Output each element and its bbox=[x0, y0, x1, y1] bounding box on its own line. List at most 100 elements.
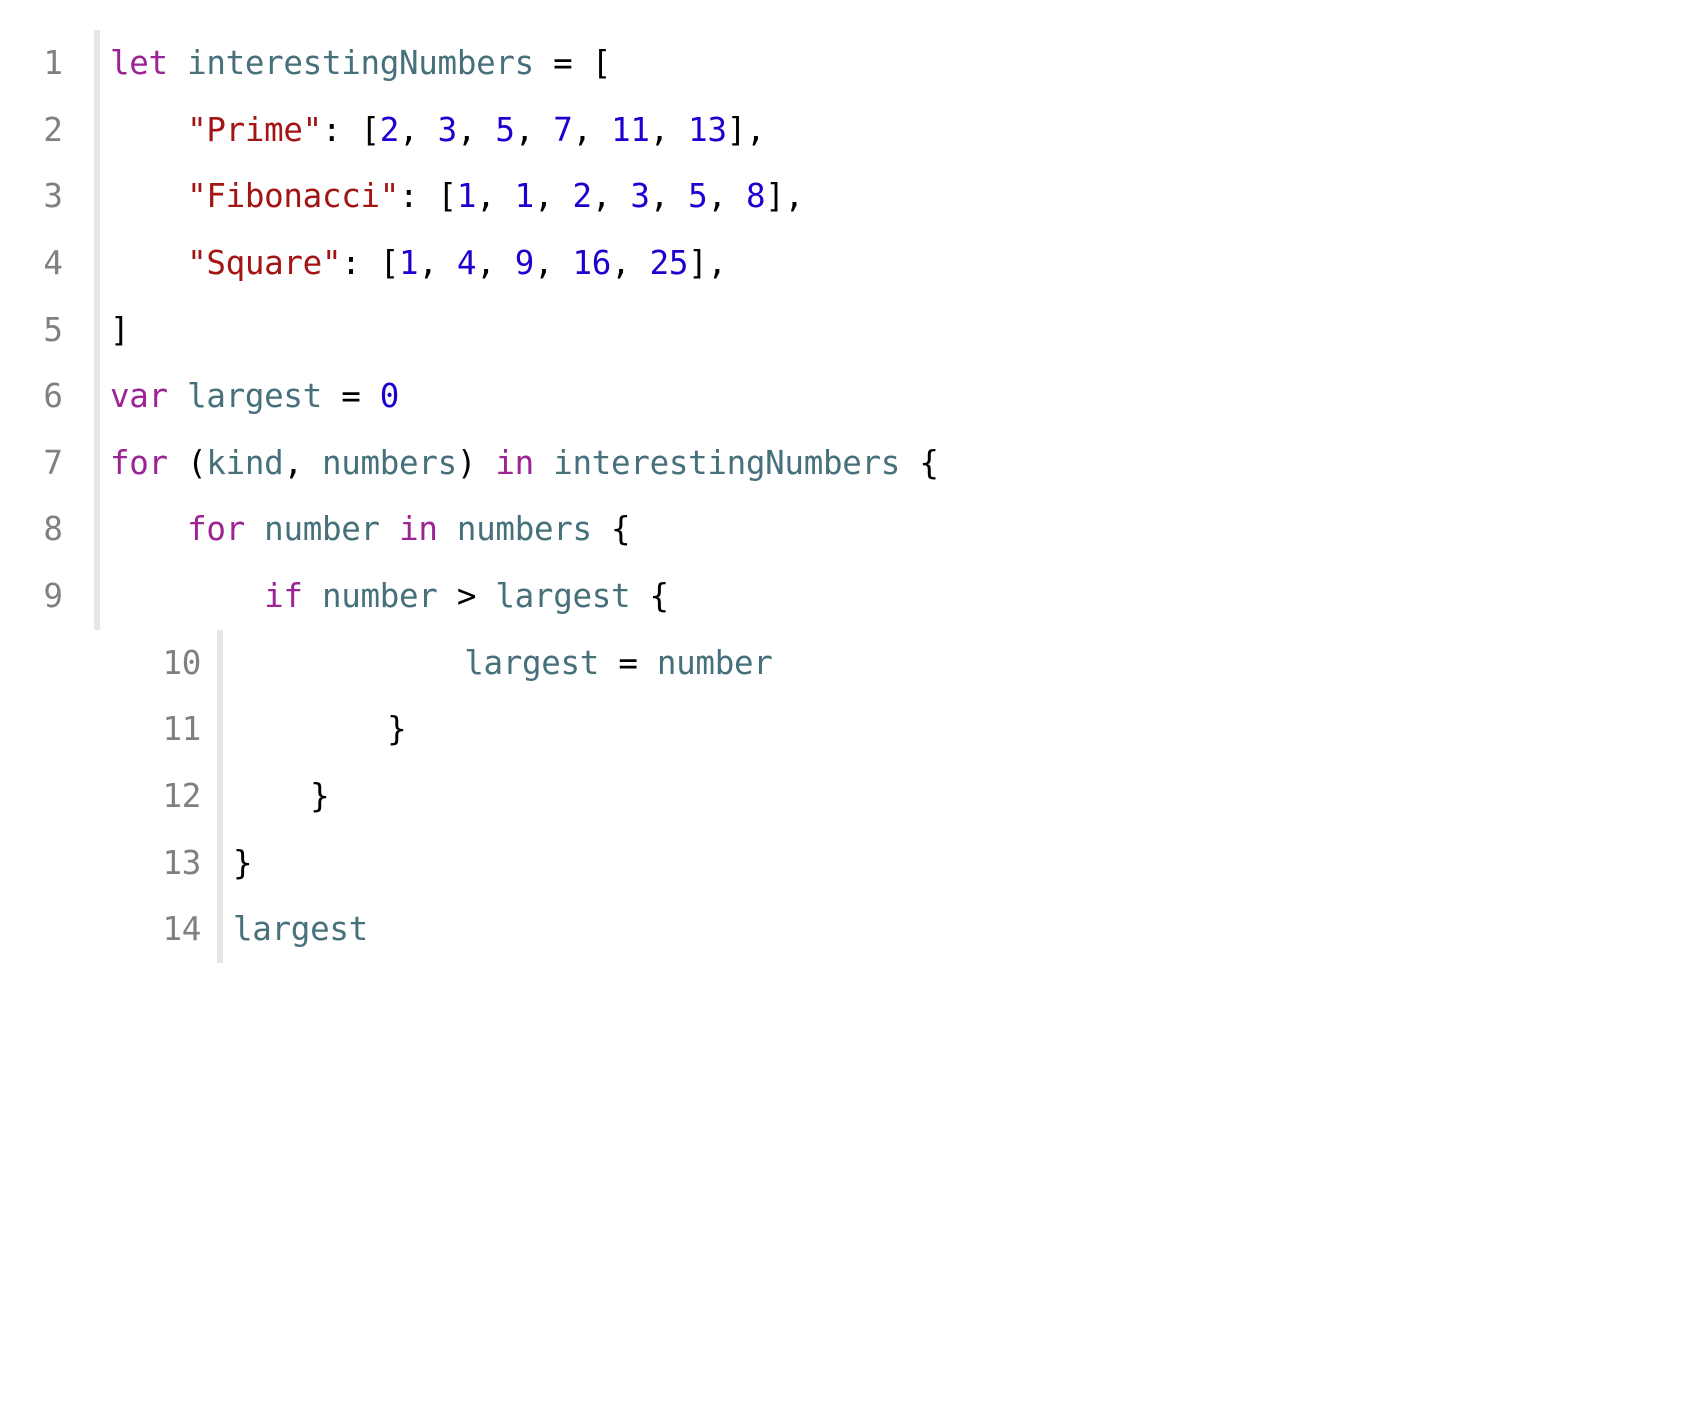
token-num: 13 bbox=[688, 111, 727, 149]
line-number: 4 bbox=[20, 230, 86, 297]
line-content: let interestingNumbers = [ bbox=[94, 30, 1672, 97]
token-p: = bbox=[322, 377, 380, 415]
line-content: } bbox=[217, 830, 1672, 897]
token-p: > bbox=[438, 577, 496, 615]
token-num: 0 bbox=[380, 377, 399, 415]
line-content: "Prime": [2, 3, 5, 7, 11, 13], bbox=[94, 97, 1672, 164]
token-num: 5 bbox=[495, 111, 514, 149]
token-num: 9 bbox=[515, 244, 534, 282]
token-id: interestingNumbers bbox=[187, 44, 534, 82]
token-p: , bbox=[650, 177, 689, 215]
token-p bbox=[168, 44, 187, 82]
token-p bbox=[303, 577, 322, 615]
token-kw: for bbox=[187, 510, 245, 548]
token-p bbox=[168, 377, 187, 415]
token-p: , bbox=[534, 244, 573, 282]
line-content: ] bbox=[94, 297, 1672, 364]
line-number: 11 bbox=[135, 696, 223, 763]
code-line: 13} bbox=[20, 830, 1672, 897]
line-number: 3 bbox=[20, 163, 86, 230]
code-line: 12 } bbox=[20, 763, 1672, 830]
token-num: 1 bbox=[399, 244, 418, 282]
token-p bbox=[110, 177, 187, 215]
token-id: largest bbox=[495, 577, 630, 615]
code-line: 10 largest = number bbox=[20, 630, 1672, 697]
token-p: = bbox=[599, 644, 657, 682]
token-id: number bbox=[322, 577, 438, 615]
line-number: 6 bbox=[20, 363, 86, 430]
code-line: 6var largest = 0 bbox=[20, 363, 1672, 430]
token-p: : [ bbox=[399, 177, 457, 215]
code-line: 5] bbox=[20, 297, 1672, 364]
code-line: 1let interestingNumbers = [ bbox=[20, 30, 1672, 97]
token-p: { bbox=[900, 444, 939, 482]
token-p: = [ bbox=[534, 44, 611, 82]
token-num: 2 bbox=[380, 111, 399, 149]
line-number: 14 bbox=[135, 896, 223, 963]
token-num: 4 bbox=[457, 244, 476, 282]
line-content: if number > largest { bbox=[94, 563, 1672, 630]
token-p bbox=[245, 510, 264, 548]
token-p: , bbox=[707, 177, 746, 215]
code-line: 9 if number > largest { bbox=[20, 563, 1672, 630]
line-number: 12 bbox=[135, 763, 223, 830]
line-content: var largest = 0 bbox=[94, 363, 1672, 430]
token-p: ( bbox=[168, 444, 207, 482]
token-p: { bbox=[592, 510, 631, 548]
code-line: 8 for number in numbers { bbox=[20, 496, 1672, 563]
token-num: 8 bbox=[746, 177, 765, 215]
token-num: 16 bbox=[573, 244, 612, 282]
token-p: , bbox=[650, 111, 689, 149]
token-p: , bbox=[573, 111, 612, 149]
token-str: "Square" bbox=[187, 244, 341, 282]
code-block: 1let interestingNumbers = [2 "Prime": [2… bbox=[0, 0, 1702, 993]
token-kw: if bbox=[264, 577, 303, 615]
line-content: } bbox=[217, 763, 1672, 830]
line-number: 10 bbox=[135, 630, 223, 697]
line-number: 1 bbox=[20, 30, 86, 97]
token-p bbox=[380, 510, 399, 548]
token-p: } bbox=[233, 777, 329, 815]
token-id: number bbox=[264, 510, 380, 548]
token-p bbox=[534, 444, 553, 482]
token-p: , bbox=[283, 444, 322, 482]
token-num: 1 bbox=[515, 177, 534, 215]
token-id: largest bbox=[464, 644, 599, 682]
token-p: } bbox=[233, 710, 406, 748]
token-p: , bbox=[476, 244, 515, 282]
line-number: 8 bbox=[20, 496, 86, 563]
token-p: , bbox=[611, 244, 650, 282]
token-str: "Prime" bbox=[187, 111, 322, 149]
token-kw: in bbox=[495, 444, 534, 482]
token-p: { bbox=[630, 577, 669, 615]
token-p: , bbox=[534, 177, 573, 215]
token-p: ) bbox=[457, 444, 496, 482]
token-p bbox=[438, 510, 457, 548]
token-num: 25 bbox=[650, 244, 689, 282]
line-content: largest = number bbox=[217, 630, 1672, 697]
token-p bbox=[110, 244, 187, 282]
code-line: 7for (kind, numbers) in interestingNumbe… bbox=[20, 430, 1672, 497]
token-kw: let bbox=[110, 44, 168, 82]
token-p: ], bbox=[765, 177, 804, 215]
token-p: , bbox=[418, 244, 457, 282]
code-line: 11 } bbox=[20, 696, 1672, 763]
line-number: 7 bbox=[20, 430, 86, 497]
token-num: 11 bbox=[611, 111, 650, 149]
token-p: , bbox=[592, 177, 631, 215]
token-num: 1 bbox=[457, 177, 476, 215]
token-id: number bbox=[657, 644, 773, 682]
token-p: ], bbox=[727, 111, 766, 149]
line-content: for number in numbers { bbox=[94, 496, 1672, 563]
token-p bbox=[233, 644, 464, 682]
token-p bbox=[110, 510, 187, 548]
token-p bbox=[110, 577, 264, 615]
token-str: "Fibonacci" bbox=[187, 177, 399, 215]
code-line: 14largest bbox=[20, 896, 1672, 963]
token-id: numbers bbox=[457, 510, 592, 548]
line-number: 2 bbox=[20, 97, 86, 164]
token-id: numbers bbox=[322, 444, 457, 482]
line-content: for (kind, numbers) in interestingNumber… bbox=[94, 430, 1672, 497]
token-id: kind bbox=[206, 444, 283, 482]
token-num: 5 bbox=[688, 177, 707, 215]
